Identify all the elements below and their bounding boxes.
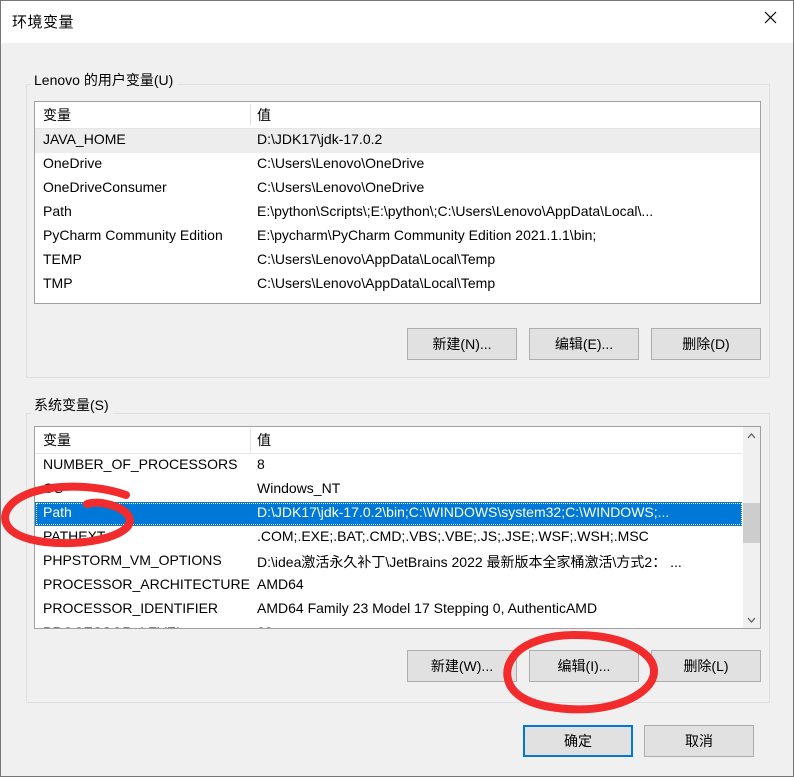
table-row[interactable]: PROCESSOR_ARCHITECTURE AMD64 — [35, 574, 743, 598]
variable-name-cell: PROCESSOR_LEVEL — [43, 624, 184, 628]
variable-value-cell: C:\Users\Lenovo\OneDrive — [257, 155, 425, 171]
table-row[interactable]: OneDrive C:\Users\Lenovo\OneDrive — [35, 153, 760, 177]
close-icon[interactable] — [747, 1, 793, 33]
variable-value-cell: C:\Users\Lenovo\OneDrive — [257, 179, 425, 195]
variable-name-cell: JAVA_HOME — [43, 131, 126, 147]
system-delete-button[interactable]: 删除(L) — [651, 650, 761, 682]
table-row[interactable]: PROCESSOR_LEVEL 23 — [35, 622, 743, 628]
table-row[interactable]: TMP C:\Users\Lenovo\AppData\Local\Temp — [35, 273, 760, 297]
variable-name-cell: PROCESSOR_ARCHITECTURE — [43, 576, 250, 592]
variable-name-cell: PATHEXT — [43, 528, 106, 544]
variable-value-cell: C:\Users\Lenovo\AppData\Local\Temp — [257, 275, 496, 291]
table-row[interactable]: TEMP C:\Users\Lenovo\AppData\Local\Temp — [35, 249, 760, 273]
variable-value-cell: AMD64 — [257, 576, 304, 592]
variable-name-cell: TEMP — [43, 251, 82, 267]
variable-name-cell: NUMBER_OF_PROCESSORS — [43, 456, 238, 472]
chevron-up-icon[interactable] — [743, 427, 760, 444]
system-col-header-name[interactable]: 变量 — [43, 430, 71, 450]
system-col-header-value[interactable]: 值 — [257, 430, 271, 450]
user-new-button[interactable]: 新建(N)... — [407, 328, 517, 360]
chevron-down-icon[interactable] — [743, 611, 760, 628]
cancel-button[interactable]: 取消 — [644, 725, 754, 757]
table-row[interactable]: JAVA_HOME D:\JDK17\jdk-17.0.2 — [35, 129, 760, 153]
variable-value-cell: E:\python\Scripts\;E:\python\;C:\Users\L… — [257, 203, 654, 219]
variable-value-cell: .COM;.EXE;.BAT;.CMD;.VBS;.VBE;.JS;.JSE;.… — [257, 528, 649, 544]
system-new-button[interactable]: 新建(W)... — [407, 650, 517, 682]
variable-name-cell: TMP — [43, 275, 73, 291]
user-col-header-name[interactable]: 变量 — [43, 105, 71, 125]
variable-value-cell: C:\Users\Lenovo\AppData\Local\Temp — [257, 251, 496, 267]
system-variables-legend: 系统变量(S) — [31, 395, 113, 415]
table-row[interactable]: PHPSTORM_VM_OPTIONS D:\idea激活永久补丁\JetBrai… — [35, 550, 743, 574]
table-row[interactable]: Path D:\JDK17\jdk-17.0.2\bin;C:\WINDOWS\s… — [35, 502, 743, 526]
scrollbar-thumb[interactable] — [743, 503, 760, 543]
table-row[interactable]: NUMBER_OF_PROCESSORS 8 — [35, 454, 743, 478]
system-variables-list[interactable]: 变量 值 NUMBER_OF_PROCESSORS 8 OS Windows_NT Pa… — [34, 426, 761, 629]
table-row[interactable]: OS Windows_NT — [35, 478, 743, 502]
variable-value-cell: E:\pycharm\PyCharm Community Edition 202… — [257, 227, 597, 243]
variable-value-cell: Windows_NT — [257, 480, 341, 496]
user-variables-list[interactable]: 变量 值 JAVA_HOME D:\JDK17\jdk-17.0.2 OneDriv… — [34, 101, 761, 304]
table-row[interactable]: OneDriveConsumer C:\Users\Lenovo\OneDrive — [35, 177, 760, 201]
variable-value-cell: D:\idea激活永久补丁\JetBrains 2022 最新版本全家桶激活\方… — [257, 554, 682, 570]
table-row[interactable]: PyCharm Community Edition E:\pycharm\PyCh… — [35, 225, 760, 249]
system-edit-button[interactable]: 编辑(I)... — [529, 650, 639, 682]
user-list-header: 变量 值 — [35, 102, 760, 129]
title-bar: 环境变量 — [1, 1, 793, 44]
variable-name-cell: PyCharm Community Edition — [43, 227, 223, 243]
variable-name-cell: OS — [43, 480, 64, 496]
user-col-divider — [250, 104, 251, 126]
system-list-scrollbar[interactable] — [742, 427, 760, 628]
variable-name-cell: PHPSTORM_VM_OPTIONS — [43, 552, 222, 568]
variable-value-cell: D:\JDK17\jdk-17.0.2\bin;C:\WINDOWS\syste… — [257, 504, 670, 520]
user-col-header-value[interactable]: 值 — [257, 105, 271, 125]
variable-value-cell: D:\JDK17\jdk-17.0.2 — [257, 131, 383, 147]
system-col-divider — [250, 429, 251, 451]
variable-name-cell: PROCESSOR_IDENTIFIER — [43, 600, 219, 616]
user-edit-button[interactable]: 编辑(E)... — [529, 328, 639, 360]
table-row[interactable]: Path E:\python\Scripts\;E:\python\;C:\Use… — [35, 201, 760, 225]
table-row[interactable]: PATHEXT .COM;.EXE;.BAT;.CMD;.VBS;.VBE;.JS… — [35, 526, 743, 550]
user-delete-button[interactable]: 删除(D) — [651, 328, 761, 360]
ok-button[interactable]: 确定 — [523, 725, 633, 757]
table-row[interactable]: PROCESSOR_IDENTIFIER AMD64 Family 23 Mode… — [35, 598, 743, 622]
variable-name-cell: OneDrive — [43, 155, 103, 171]
system-rows-container: NUMBER_OF_PROCESSORS 8 OS Windows_NT Path D:\… — [35, 454, 743, 628]
system-list-header: 变量 值 — [35, 427, 743, 454]
variable-name-cell: OneDriveConsumer — [43, 179, 167, 195]
variable-name-cell: Path — [43, 504, 72, 520]
environment-variables-dialog: 环境变量 Lenovo 的用户变量(U) 变量 值 JAVA_HOME D:\JD… — [0, 0, 794, 777]
variable-value-cell: 23 — [257, 624, 273, 628]
user-variables-legend: Lenovo 的用户变量(U) — [31, 70, 178, 90]
window-title: 环境变量 — [12, 14, 75, 31]
variable-name-cell: Path — [43, 203, 72, 219]
variable-value-cell: 8 — [257, 456, 265, 472]
user-rows-container: JAVA_HOME D:\JDK17\jdk-17.0.2 OneDrive C:\U… — [35, 129, 760, 297]
variable-value-cell: AMD64 Family 23 Model 17 Stepping 0, Aut… — [257, 600, 598, 616]
